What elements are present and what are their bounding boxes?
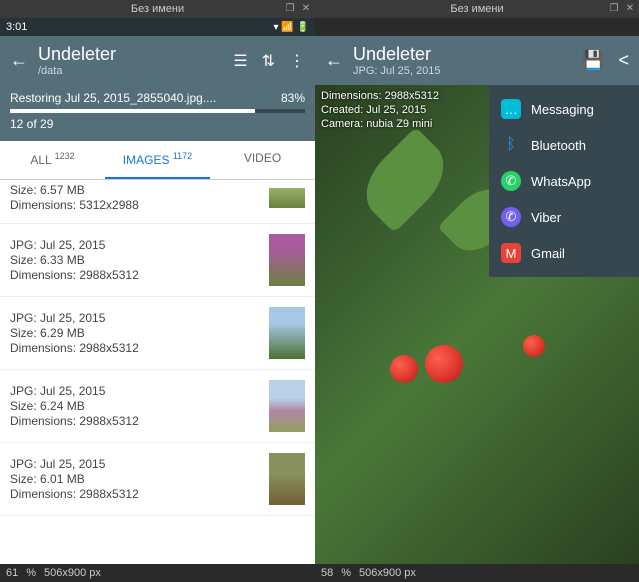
window-title: Без имени bbox=[450, 3, 503, 15]
left-window: Без имени ❐ ✕ 3:01 ▾ 📶 🔋 ← Undeleter /da… bbox=[0, 0, 315, 582]
zoom-value: 61 bbox=[6, 567, 18, 579]
list-item[interactable]: JPG: Jul 25, 2015Size: 6.33 MBDimensions… bbox=[0, 224, 315, 297]
share-item-bluetooth[interactable]: ᛒBluetooth bbox=[489, 127, 639, 163]
app-title: Undeleter bbox=[353, 44, 572, 65]
canvas-dim: 506x900 px bbox=[359, 567, 416, 579]
phone-screen: ← Undeleter JPG: Jul 25, 2015 💾 < Dimens… bbox=[315, 18, 639, 564]
sort-icon[interactable]: ☰ bbox=[233, 51, 247, 71]
overflow-menu-icon[interactable]: ⋮ bbox=[289, 51, 305, 71]
list-item[interactable]: JPG: Jul 25, 2015Size: 6.24 MBDimensions… bbox=[0, 370, 315, 443]
titlebar-left: Без имени ❐ ✕ bbox=[0, 0, 315, 18]
filter-icon[interactable]: ⇅ bbox=[262, 51, 275, 71]
phone-screen: 3:01 ▾ 📶 🔋 ← Undeleter /data ☰ ⇅ ⋮ Resto… bbox=[0, 18, 315, 564]
viber-icon: ✆ bbox=[501, 207, 521, 227]
thumbnail bbox=[269, 234, 305, 286]
file-list[interactable]: Size: 6.57 MBDimensions: 5312x2988 JPG: … bbox=[0, 180, 315, 564]
zoom-unit: % bbox=[26, 567, 36, 579]
share-item-gmail[interactable]: MGmail bbox=[489, 235, 639, 271]
count-of: 12 of 29 bbox=[10, 117, 305, 131]
share-item-viber[interactable]: ✆Viber bbox=[489, 199, 639, 235]
list-item[interactable]: Size: 6.57 MBDimensions: 5312x2988 bbox=[0, 180, 315, 224]
share-item-messaging[interactable]: …Messaging bbox=[489, 91, 639, 127]
android-status-bar: 3:01 ▾ 📶 🔋 bbox=[0, 18, 315, 36]
restore-icon[interactable]: ❐ bbox=[283, 2, 297, 16]
save-icon[interactable]: 💾 bbox=[582, 50, 604, 71]
titlebar-right: Без имени ❐ ✕ bbox=[315, 0, 639, 18]
berry-decoration bbox=[390, 355, 418, 383]
tab-row: ALL 1232 IMAGES 1172 VIDEO bbox=[0, 141, 315, 180]
window-title: Без имени bbox=[131, 3, 184, 15]
leaf-decoration bbox=[352, 127, 458, 233]
back-arrow-icon[interactable]: ← bbox=[10, 50, 28, 71]
thumbnail bbox=[269, 380, 305, 432]
restoring-text: Restoring Jul 25, 2015_2855040.jpg.... bbox=[10, 91, 216, 105]
list-item[interactable]: JPG: Jul 25, 2015Size: 6.29 MBDimensions… bbox=[0, 297, 315, 370]
tab-video[interactable]: VIDEO bbox=[210, 141, 315, 179]
berry-decoration bbox=[425, 345, 463, 383]
progress-bar bbox=[10, 109, 305, 113]
whatsapp-icon: ✆ bbox=[501, 171, 521, 191]
progress-percent: 83% bbox=[281, 91, 305, 105]
editor-status-bar: 61 % 506x900 px bbox=[0, 564, 315, 582]
berry-decoration bbox=[523, 335, 545, 357]
gmail-icon: M bbox=[501, 243, 521, 263]
zoom-value: 58 bbox=[321, 567, 333, 579]
close-icon[interactable]: ✕ bbox=[623, 2, 637, 16]
app-header: ← Undeleter /data ☰ ⇅ ⋮ bbox=[0, 36, 315, 85]
share-icon[interactable]: < bbox=[618, 50, 629, 71]
thumbnail bbox=[269, 453, 305, 505]
tab-all[interactable]: ALL 1232 bbox=[0, 141, 105, 179]
path-subtitle: /data bbox=[38, 65, 223, 77]
image-meta-overlay: Dimensions: 2988x5312 Created: Jul 25, 2… bbox=[321, 89, 439, 131]
back-arrow-icon[interactable]: ← bbox=[325, 50, 343, 71]
editor-status-bar: 58 % 506x900 px bbox=[315, 564, 639, 582]
tab-images[interactable]: IMAGES 1172 bbox=[105, 141, 210, 179]
share-item-whatsapp[interactable]: ✆WhatsApp bbox=[489, 163, 639, 199]
app-title: Undeleter bbox=[38, 44, 223, 65]
canvas-dim: 506x900 px bbox=[44, 567, 101, 579]
bluetooth-icon: ᛒ bbox=[501, 135, 521, 155]
share-menu: …Messaging ᛒBluetooth ✆WhatsApp ✆Viber M… bbox=[489, 85, 639, 277]
thumbnail bbox=[269, 307, 305, 359]
file-subtitle: JPG: Jul 25, 2015 bbox=[353, 65, 572, 77]
app-header: ← Undeleter JPG: Jul 25, 2015 💾 < bbox=[315, 36, 639, 85]
restore-icon[interactable]: ❐ bbox=[607, 2, 621, 16]
right-window: Без имени ❐ ✕ ← Undeleter JPG: Jul 25, 2… bbox=[315, 0, 639, 582]
messaging-icon: … bbox=[501, 99, 521, 119]
image-preview[interactable]: Dimensions: 2988x5312 Created: Jul 25, 2… bbox=[315, 85, 639, 564]
thumbnail bbox=[269, 188, 305, 208]
status-icons: ▾ 📶 🔋 bbox=[274, 22, 309, 33]
progress-section: Restoring Jul 25, 2015_2855040.jpg.... 8… bbox=[0, 85, 315, 141]
close-icon[interactable]: ✕ bbox=[299, 2, 313, 16]
list-item[interactable]: JPG: Jul 25, 2015Size: 6.01 MBDimensions… bbox=[0, 443, 315, 516]
clock: 3:01 bbox=[6, 21, 27, 33]
zoom-unit: % bbox=[341, 567, 351, 579]
